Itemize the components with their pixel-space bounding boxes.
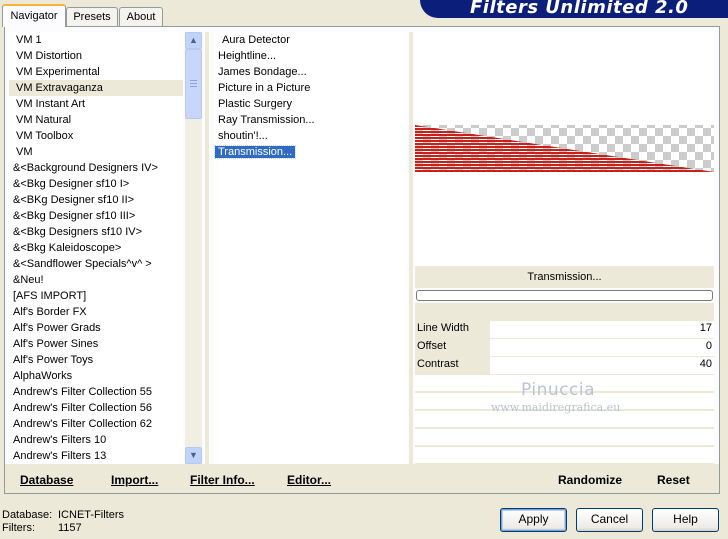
category-item[interactable]: Andrew's Filters 13 [9, 448, 183, 464]
tab-presets[interactable]: Presets [66, 7, 118, 26]
empty-slider-row [415, 447, 714, 463]
chevron-up-icon: ▲ [189, 35, 198, 45]
progress-bar [416, 290, 713, 301]
category-item[interactable]: [AFS IMPORT] [9, 288, 183, 304]
category-item[interactable]: VM Extravaganza [9, 80, 183, 96]
grip-line [190, 80, 197, 81]
category-item[interactable]: VM Toolbox [9, 128, 183, 144]
slider-value: 17 [699, 322, 712, 334]
category-item[interactable]: Andrew's Filter Collection 62 [9, 416, 183, 432]
filter-item[interactable]: James Bondage... [214, 64, 406, 80]
splitter[interactable] [205, 32, 209, 464]
slider-value: 40 [699, 358, 712, 370]
slider-track[interactable] [490, 339, 714, 356]
filters-value: 1157 [58, 522, 82, 534]
category-item[interactable]: &<Bkg Designer sf10 III> [9, 208, 183, 224]
filter-item[interactable]: Picture in a Picture [214, 80, 406, 96]
filter-list[interactable]: Aura Detector Heightline... James Bondage.… [213, 32, 406, 464]
reset-button[interactable]: Reset [657, 473, 690, 487]
category-item[interactable]: Andrew's Filters 10 [9, 432, 183, 448]
category-item[interactable]: &<Bkg Designers sf10 IV> [9, 224, 183, 240]
scroll-thumb[interactable] [185, 49, 202, 119]
category-item[interactable]: &<BKg Designer sf10 II> [9, 192, 183, 208]
randomize-button[interactable]: Randomize [558, 473, 622, 487]
cancel-button[interactable]: Cancel [576, 508, 643, 532]
slider-track[interactable] [490, 357, 714, 374]
filters-label: Filters: [2, 522, 35, 534]
database-link[interactable]: Database [20, 473, 73, 487]
empty-slider-row [415, 429, 714, 445]
preview-stripe [415, 167, 714, 169]
filter-item-label: Aura Detector [222, 34, 290, 46]
category-item[interactable]: VM Natural [9, 112, 183, 128]
database-label: Database: [2, 509, 53, 521]
filter-info-link[interactable]: Filter Info... [190, 473, 255, 487]
category-item[interactable]: &<Background Designers IV> [9, 160, 183, 176]
filter-item-label: Ray Transmission... [218, 114, 315, 126]
brand-title: Filters Unlimited 2.0 [470, 0, 689, 18]
filter-item-label: Plastic Surgery [218, 98, 292, 110]
slider-label: Contrast [417, 358, 459, 370]
watermark-url: www.maidiregrafica.eu [491, 401, 621, 414]
help-button[interactable]: Help [652, 508, 719, 532]
category-item[interactable]: &<Sandflower Specials^v^ > [9, 256, 183, 272]
chevron-down-icon: ▼ [189, 450, 198, 460]
filter-item-label: Picture in a Picture [218, 82, 311, 94]
filter-item-label: shoutin'!... [218, 130, 268, 142]
category-item[interactable]: Andrew's Filter Collection 56 [9, 400, 183, 416]
category-item[interactable]: Alf's Power Sines [9, 336, 183, 352]
category-item[interactable]: VM 1 [9, 32, 183, 48]
preview-image [415, 125, 714, 172]
slider-label: Line Width [417, 322, 469, 334]
slider-value: 0 [705, 340, 712, 352]
preview-stripe [415, 170, 714, 172]
category-item[interactable]: VM Experimental [9, 64, 183, 80]
database-value: ICNET-Filters [58, 509, 124, 521]
category-item[interactable]: Andrew's Filter Collection 55 [9, 384, 183, 400]
filter-item-label: Heightline... [218, 50, 277, 62]
filter-item[interactable]: Aura Detector [214, 32, 406, 48]
filter-item[interactable]: Ray Transmission... [214, 112, 406, 128]
category-item[interactable]: &Neu! [9, 272, 183, 288]
category-item[interactable]: &<Bkg Designer sf10 I> [9, 176, 183, 192]
slider-line-width[interactable]: Line Width 17 [415, 321, 714, 338]
category-item[interactable]: AlphaWorks [9, 368, 183, 384]
slider-offset[interactable]: Offset 0 [415, 339, 714, 356]
grip-line [190, 86, 197, 87]
category-item[interactable]: &<Bkg Kaleidoscope> [9, 240, 183, 256]
slider-label: Offset [417, 340, 447, 352]
scroll-down-button[interactable]: ▼ [185, 447, 202, 464]
editor-link[interactable]: Editor... [287, 473, 331, 487]
filter-item[interactable]: Plastic Surgery [214, 96, 406, 112]
category-item[interactable]: Alf's Power Grads [9, 320, 183, 336]
filter-item[interactable]: Heightline... [214, 48, 406, 64]
filter-item[interactable]: Transmission... [213, 144, 406, 160]
tab-navigator[interactable]: Navigator [2, 4, 66, 27]
filter-item-label: James Bondage... [218, 66, 307, 78]
scroll-up-button[interactable]: ▲ [185, 32, 202, 49]
slider-contrast[interactable]: Contrast 40 [415, 357, 714, 374]
import-link[interactable]: Import... [111, 473, 158, 487]
category-scrollbar[interactable]: ▲ ▼ [185, 32, 202, 464]
category-item[interactable]: VM Instant Art [9, 96, 183, 112]
category-item[interactable]: VM Distortion [9, 48, 183, 64]
watermark-name: Pinuccia [521, 380, 595, 400]
selected-filter-name: Transmission... [415, 266, 714, 288]
category-item[interactable]: Alf's Border FX [9, 304, 183, 320]
filter-item[interactable]: shoutin'!... [214, 128, 406, 144]
filter-item-label: Transmission... [213, 145, 297, 159]
category-list[interactable]: VM 1 VM Distortion VM Experimental VM Extra… [9, 32, 183, 464]
splitter[interactable] [409, 32, 413, 464]
tab-about[interactable]: About [119, 7, 163, 26]
category-item[interactable]: Alf's Power Toys [9, 352, 183, 368]
slider-track[interactable] [490, 321, 714, 338]
apply-button[interactable]: Apply [500, 508, 567, 532]
grip-line [190, 83, 197, 84]
preview-pane [415, 32, 714, 266]
category-item[interactable]: VM [9, 144, 183, 160]
